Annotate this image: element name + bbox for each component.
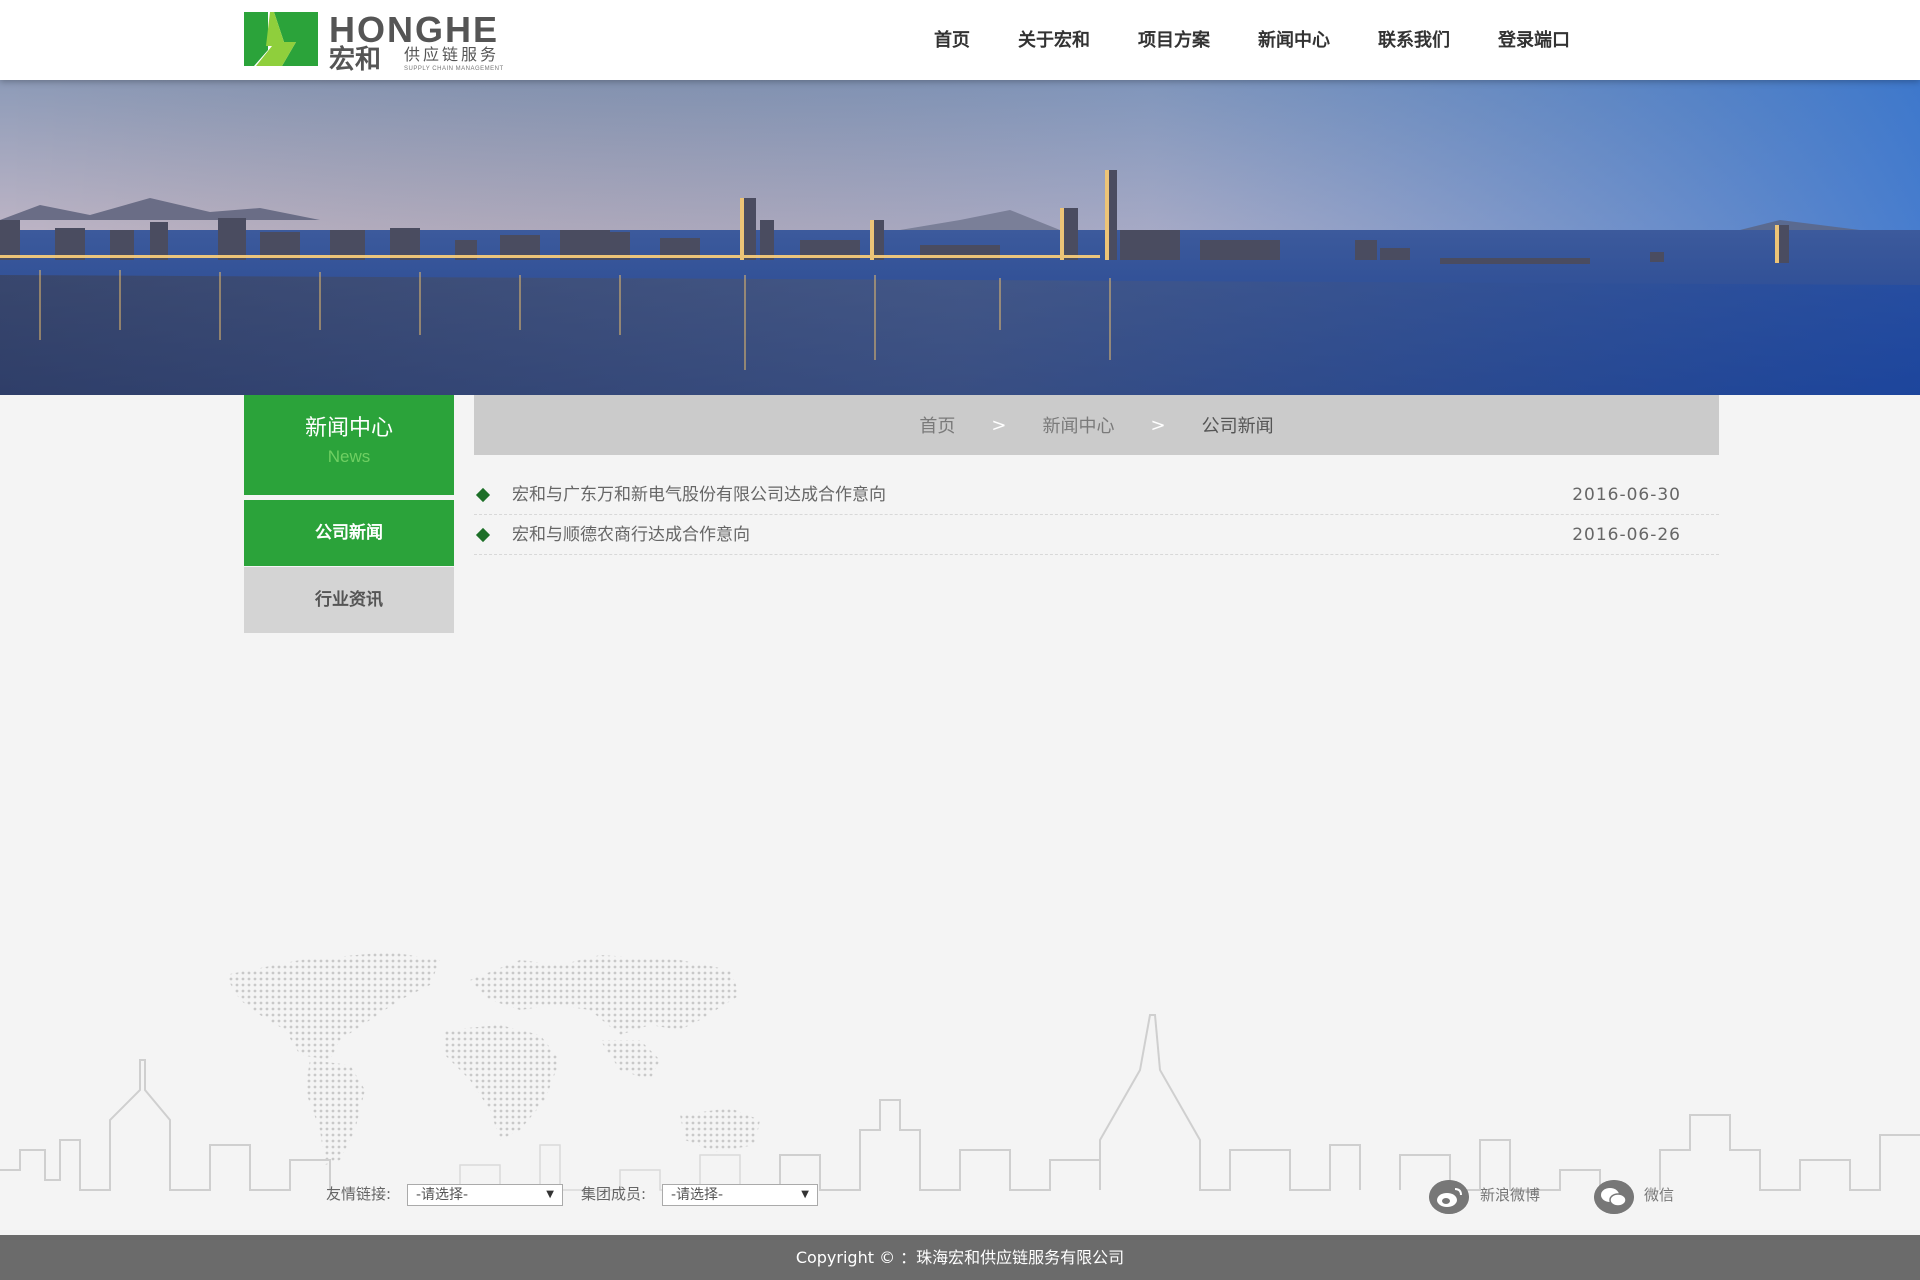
- city-skyline-image: [0, 80, 1920, 395]
- diamond-bullet-icon: [475, 527, 491, 543]
- friend-links-select-value: -请选择-: [416, 1187, 469, 1203]
- copyright-bar: Copyright © ：珠海宏和供应链服务有限公司: [0, 1235, 1920, 1280]
- sidebar-header: 新闻中心 News: [244, 395, 454, 495]
- breadcrumb-separator: >: [991, 414, 1007, 436]
- sidebar-title: 新闻中心: [304, 416, 393, 441]
- sidebar-item-industry-news[interactable]: 行业资讯: [244, 567, 454, 633]
- friend-links-select[interactable]: -请选择- ▼: [407, 1184, 563, 1206]
- friend-links-label: 友情链接:: [326, 1185, 392, 1203]
- logo-mark-icon: [244, 12, 318, 66]
- weibo-link[interactable]: 新浪微博: [1480, 1184, 1540, 1206]
- nav-item-about[interactable]: 关于宏和: [994, 0, 1114, 80]
- logo-text-cn-sub: 供应链服务: [404, 45, 500, 64]
- logo-text-cn: 宏和: [329, 45, 382, 75]
- sidebar-subtitle: News: [327, 447, 371, 466]
- main-nav: 首页 关于宏和 项目方案 新闻中心 联系我们 登录端口: [910, 0, 1594, 80]
- nav-item-contact[interactable]: 联系我们: [1354, 0, 1474, 80]
- group-members-select[interactable]: -请选择- ▼: [662, 1184, 818, 1206]
- group-members-select-value: -请选择-: [671, 1187, 724, 1203]
- dropdown-arrow-icon: ▼: [801, 1189, 809, 1200]
- logo-tagline: SUPPLY CHAIN MANAGEMENT: [404, 66, 504, 72]
- news-title[interactable]: 宏和与顺德农商行达成合作意向: [512, 515, 750, 555]
- news-date: 2016-06-26: [1572, 525, 1681, 545]
- breadcrumb: 首页 > 新闻中心 > 公司新闻: [474, 395, 1719, 455]
- diamond-bullet-icon: [475, 487, 491, 503]
- weibo-icon[interactable]: [1429, 1180, 1469, 1214]
- wechat-link[interactable]: 微信: [1644, 1184, 1674, 1206]
- list-item[interactable]: 宏和与广东万和新电气股份有限公司达成合作意向 2016-06-30: [474, 475, 1719, 515]
- news-title[interactable]: 宏和与广东万和新电气股份有限公司达成合作意向: [512, 475, 886, 515]
- dropdown-arrow-icon: ▼: [546, 1189, 554, 1200]
- breadcrumb-current: 公司新闻: [1201, 416, 1274, 437]
- nav-item-news[interactable]: 新闻中心: [1234, 0, 1354, 80]
- hero-banner: [0, 80, 1920, 395]
- list-item[interactable]: 宏和与顺德农商行达成合作意向 2016-06-26: [474, 515, 1719, 555]
- news-date: 2016-06-30: [1572, 485, 1681, 505]
- logo-text-en: HONGHE: [329, 9, 500, 50]
- group-members-label: 集团成员:: [581, 1185, 647, 1203]
- sidebar-item-company-news[interactable]: 公司新闻: [244, 500, 454, 566]
- site-header: HONGHE 宏和 供应链服务 SUPPLY CHAIN MANAGEMENT …: [0, 0, 1920, 80]
- news-list: 宏和与广东万和新电气股份有限公司达成合作意向 2016-06-30 宏和与顺德农…: [474, 475, 1719, 555]
- nav-item-login[interactable]: 登录端口: [1474, 0, 1594, 80]
- breadcrumb-separator: >: [1150, 414, 1166, 436]
- breadcrumb-section[interactable]: 新闻中心: [1025, 412, 1133, 438]
- nav-item-home[interactable]: 首页: [910, 0, 994, 80]
- nav-item-projects[interactable]: 项目方案: [1114, 0, 1234, 80]
- wechat-icon[interactable]: [1594, 1180, 1634, 1214]
- site-logo[interactable]: HONGHE 宏和 供应链服务 SUPPLY CHAIN MANAGEMENT: [244, 9, 534, 74]
- breadcrumb-home[interactable]: 首页: [901, 412, 973, 438]
